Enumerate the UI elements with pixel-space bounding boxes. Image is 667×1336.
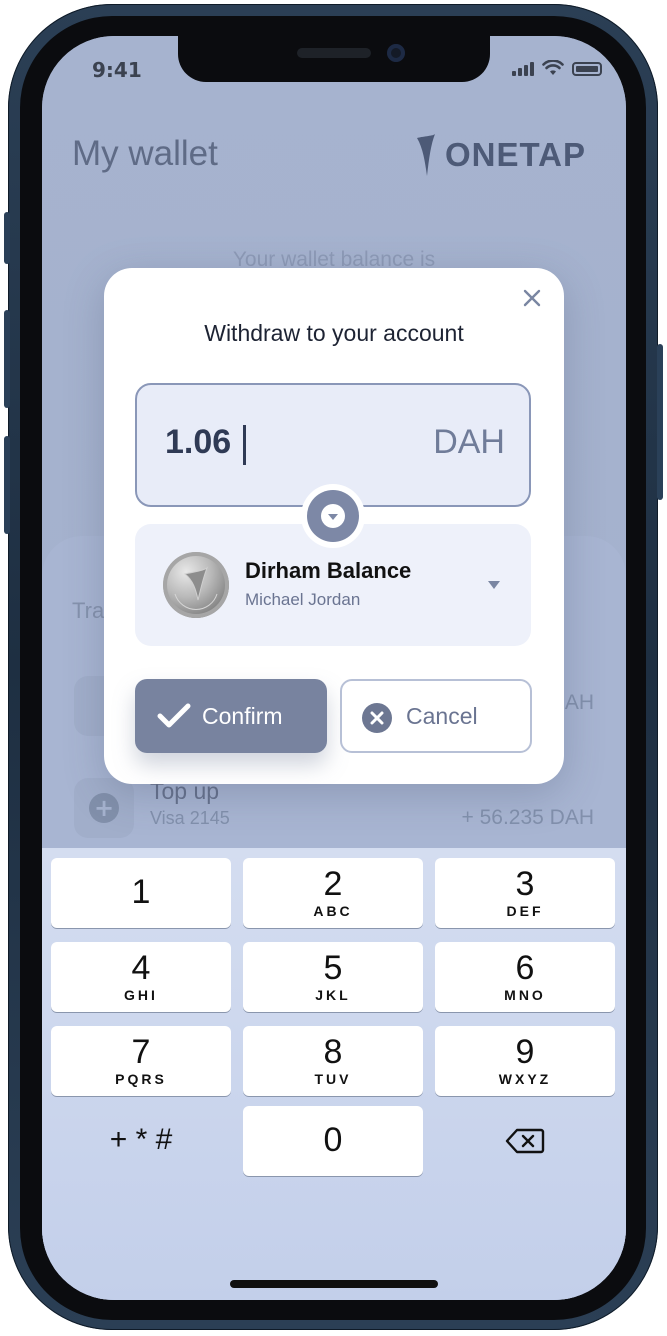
home-indicator [230, 1280, 438, 1288]
battery-icon [572, 62, 602, 76]
key-digit: 7 [131, 1033, 151, 1071]
volume-up-button [4, 310, 10, 408]
account-name: Dirham Balance [245, 558, 412, 583]
plus-circle-icon: + [89, 793, 119, 823]
transaction-amount: + 56.235 DAH [461, 806, 594, 829]
notch [178, 36, 490, 82]
backspace-icon [505, 1128, 545, 1154]
wifi-icon [542, 60, 564, 75]
key-8[interactable]: 8 TUV [243, 1026, 423, 1096]
key-1[interactable]: 1 [51, 858, 231, 928]
key-9[interactable]: 9 WXYZ [435, 1026, 615, 1096]
brand-name: ONETAP [444, 136, 586, 173]
status-icons [512, 60, 602, 76]
key-letters: GHI [124, 987, 158, 1003]
key-digit: 2 [323, 865, 343, 903]
key-letters: JKL [315, 987, 351, 1003]
key-3[interactable]: 3 DEF [435, 858, 615, 928]
brand-mark-icon [416, 134, 435, 176]
transactions-title: Tra [72, 598, 105, 623]
action-button [4, 212, 10, 264]
withdraw-dialog: Withdraw to your account 1.06 DAH Dirham… [104, 268, 564, 784]
account-holder: Michael Jordan [245, 590, 361, 609]
dropdown-arrow-icon [488, 581, 500, 589]
power-button [657, 344, 663, 500]
speaker [297, 48, 371, 58]
key-letters: DEF [506, 903, 544, 919]
key-7[interactable]: 7 PQRS [51, 1026, 231, 1096]
key-digit: 4 [131, 949, 151, 987]
key-digit: 8 [323, 1033, 343, 1071]
checkmark-icon [157, 703, 191, 728]
key-2[interactable]: 2 ABC [243, 858, 423, 928]
cancel-label: Cancel [406, 703, 478, 729]
close-icon [523, 289, 541, 307]
numeric-keypad: 1 2 ABC 3 DEF 4 GHI 5 JKL 6 MNO 7 PQRS 8… [42, 848, 626, 1300]
key-symbols[interactable]: + * # [51, 1105, 231, 1175]
account-toggle-button[interactable] [301, 484, 365, 548]
amount-value: 1.06 [165, 423, 232, 461]
key-5[interactable]: 5 JKL [243, 942, 423, 1012]
key-letters: PQRS [115, 1071, 167, 1087]
volume-down-button [4, 436, 10, 534]
key-digit: 0 [323, 1121, 343, 1159]
key-digit: 1 [131, 873, 151, 911]
status-time: 9:41 [92, 58, 142, 82]
key-digit: 9 [515, 1033, 535, 1071]
close-button[interactable] [520, 286, 544, 310]
dialog-title: Withdraw to your account [204, 320, 464, 346]
key-4[interactable]: 4 GHI [51, 942, 231, 1012]
cancel-icon [362, 703, 392, 733]
confirm-label: Confirm [202, 703, 283, 729]
key-letters: MNO [504, 987, 546, 1003]
backspace-key[interactable] [435, 1105, 615, 1175]
key-digit: 3 [515, 865, 535, 903]
brand-logo: ONETAP [415, 134, 586, 176]
front-camera [387, 44, 405, 62]
dirham-coin-icon [163, 552, 229, 618]
key-letters: ABC [313, 903, 353, 919]
transaction-icon: + [74, 778, 134, 838]
key-letters: TUV [314, 1071, 352, 1087]
text-cursor [243, 425, 246, 465]
key-letters: WXYZ [498, 1071, 552, 1087]
transaction-amount: AH [564, 691, 594, 714]
chevron-down-icon [321, 504, 345, 528]
chevron-circle [307, 490, 359, 542]
key-digit: 6 [515, 949, 535, 987]
signal-icon [512, 62, 534, 76]
confirm-button[interactable]: Confirm [135, 679, 327, 753]
key-6[interactable]: 6 MNO [435, 942, 615, 1012]
cancel-button[interactable]: Cancel [340, 679, 532, 753]
transaction-subtitle: Visa 2145 [150, 808, 230, 828]
currency-label: DAH [433, 423, 505, 461]
key-0[interactable]: 0 [243, 1106, 423, 1176]
key-digit: 5 [323, 949, 343, 987]
page-title: My wallet [72, 134, 218, 173]
